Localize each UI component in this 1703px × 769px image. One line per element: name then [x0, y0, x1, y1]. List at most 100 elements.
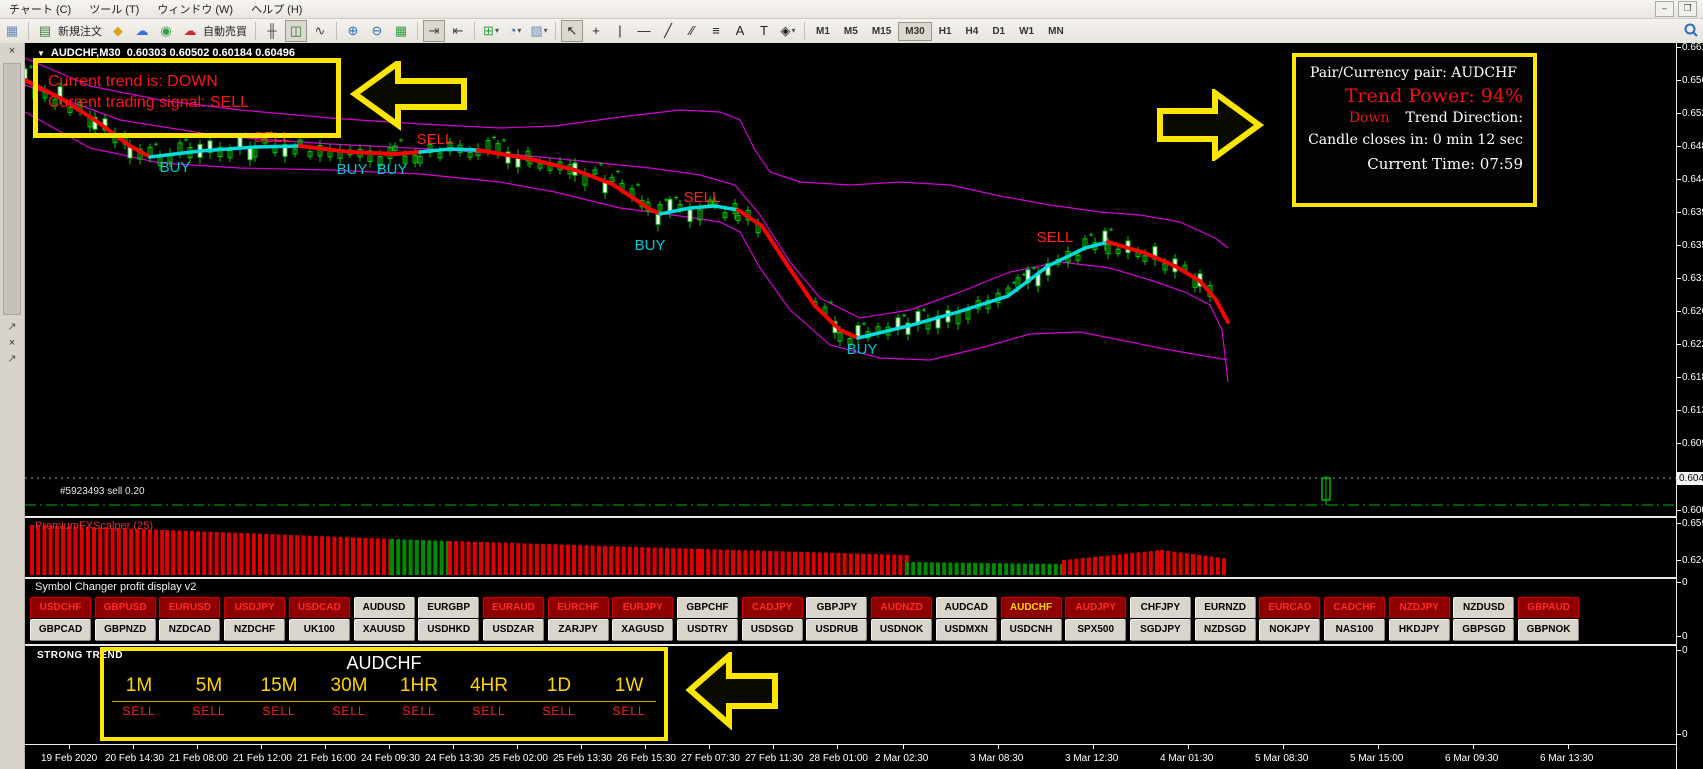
symbol-button-xagusd[interactable]: XAGUSD	[612, 619, 673, 641]
chart-shift-icon[interactable]: ⇥	[423, 20, 445, 42]
new-order-icon[interactable]: ▤	[34, 20, 56, 42]
dock-scrollbar[interactable]	[3, 63, 21, 315]
symbol-button-usdjpy[interactable]: USDJPY	[224, 597, 285, 619]
label-icon[interactable]: T	[753, 20, 775, 42]
shapes-icon[interactable]: ◈▾	[777, 20, 799, 42]
menu-item-0[interactable]: チャート (C)	[0, 3, 80, 17]
search-icon[interactable]	[1683, 22, 1699, 41]
candlestick-chart-icon[interactable]: ◫	[285, 20, 307, 42]
time-axis[interactable]: 19 Feb 202020 Feb 14:3021 Feb 08:0021 Fe…	[25, 744, 1676, 769]
restore-window-icon[interactable]: ❐	[1678, 1, 1697, 17]
timeframe-button-h1[interactable]: H1	[932, 22, 959, 41]
zoom-out-icon[interactable]: ⊖	[366, 20, 388, 42]
symbol-button-audjpy[interactable]: AUDJPY	[1065, 597, 1126, 619]
minimize-window-icon[interactable]: –	[1655, 1, 1674, 17]
timeframe-button-mn[interactable]: MN	[1041, 22, 1071, 41]
symbol-button-audusd[interactable]: AUDUSD	[354, 597, 415, 619]
symbol-button-usdsgd[interactable]: USDSGD	[742, 619, 803, 641]
timeframe-button-m1[interactable]: M1	[809, 22, 837, 41]
timeframe-button-m30[interactable]: M30	[898, 22, 931, 41]
symbol-button-gbpcad[interactable]: GBPCAD	[30, 619, 91, 641]
vertical-line-icon[interactable]: |	[609, 20, 631, 42]
channel-icon[interactable]: ⁄⁄	[681, 20, 703, 42]
symbol-button-nzdcad[interactable]: NZDCAD	[159, 619, 220, 641]
price-axis[interactable]: 0.66120.65690.65260.64830.64400.63960.63…	[1676, 43, 1703, 769]
symbol-button-nokjpy[interactable]: NOKJPY	[1259, 619, 1320, 641]
symbol-button-cadjpy[interactable]: CADJPY	[742, 597, 803, 619]
symbol-button-usdmxn[interactable]: USDMXN	[936, 619, 997, 641]
chevron-down-icon[interactable]: ▼	[37, 49, 45, 58]
symbol-button-audchf[interactable]: AUDCHF	[1001, 597, 1062, 619]
symbol-button-xauusd[interactable]: XAUUSD	[354, 619, 415, 641]
chevron-down-icon[interactable]: ▾	[517, 21, 521, 41]
tile-windows-icon[interactable]: ▦	[390, 20, 412, 42]
timeframe-button-w1[interactable]: W1	[1012, 22, 1041, 41]
market-cloud-icon[interactable]: ☁	[131, 20, 153, 42]
symbol-button-usdrub[interactable]: USDRUB	[806, 619, 867, 641]
auto-scroll-icon[interactable]: ⇤	[447, 20, 469, 42]
symbol-button-cadchf[interactable]: CADCHF	[1324, 597, 1385, 619]
symbol-button-usdcad[interactable]: USDCAD	[289, 597, 350, 619]
symbol-button-usdnok[interactable]: USDNOK	[871, 619, 932, 641]
template-icon[interactable]: ▧▾	[528, 20, 550, 42]
symbol-button-gbpchf[interactable]: GBPCHF	[677, 597, 738, 619]
symbol-button-zarjpy[interactable]: ZARJPY	[548, 619, 609, 641]
symbol-button-nas100[interactable]: NAS100	[1324, 619, 1385, 641]
symbol-button-uk100[interactable]: UK100	[289, 619, 350, 641]
symbol-button-hkdjpy[interactable]: HKDJPY	[1389, 619, 1450, 641]
symbol-button-nzdsgd[interactable]: NZDSGD	[1195, 619, 1256, 641]
symbol-button-audnzd[interactable]: AUDNZD	[871, 597, 932, 619]
cursor-icon[interactable]: ↖	[561, 20, 583, 42]
trendline-icon[interactable]: ╱	[657, 20, 679, 42]
close-panel-icon[interactable]: ×	[0, 335, 24, 351]
expand-panel-icon[interactable]: ↗	[0, 351, 24, 367]
menu-item-2[interactable]: ウィンドウ (W)	[148, 3, 242, 17]
symbol-button-usdchf[interactable]: USDCHF	[30, 597, 91, 619]
zoom-in-icon[interactable]: ⊕	[342, 20, 364, 42]
autotrading-icon[interactable]: ☁	[179, 20, 201, 42]
chevron-down-icon[interactable]: ▾	[495, 21, 499, 41]
periods-clock-icon[interactable]: ◔▾	[504, 20, 526, 42]
menu-item-3[interactable]: ヘルプ (H)	[242, 3, 311, 17]
indicator-subwindow[interactable]: PremiumFXScalper (25)	[25, 518, 1676, 577]
symbol-button-nzdchf[interactable]: NZDCHF	[224, 619, 285, 641]
timeframe-button-m5[interactable]: M5	[837, 22, 865, 41]
add-indicator-icon[interactable]: ⊞▾	[480, 20, 502, 42]
fibonacci-icon[interactable]: ≡	[705, 20, 727, 42]
symbol-button-usdhkd[interactable]: USDHKD	[418, 619, 479, 641]
symbol-button-audcad[interactable]: AUDCAD	[936, 597, 997, 619]
symbol-button-gbpusd[interactable]: GBPUSD	[95, 597, 156, 619]
symbol-button-eurusd[interactable]: EURUSD	[159, 597, 220, 619]
expand-panel-icon[interactable]: ↗	[0, 319, 24, 335]
symbol-button-eurjpy[interactable]: EURJPY	[612, 597, 673, 619]
symbol-button-euraud[interactable]: EURAUD	[483, 597, 544, 619]
menu-item-1[interactable]: ツール (T)	[80, 3, 148, 17]
symbol-button-chfjpy[interactable]: CHFJPY	[1130, 597, 1191, 619]
symbol-button-eurcad[interactable]: EURCAD	[1259, 597, 1320, 619]
timeframe-button-d1[interactable]: D1	[985, 22, 1012, 41]
line-chart-icon[interactable]: ∿	[309, 20, 331, 42]
symbol-button-eurnzd[interactable]: EURNZD	[1195, 597, 1256, 619]
symbol-button-nzdjpy[interactable]: NZDJPY	[1389, 597, 1450, 619]
symbol-button-gbpnok[interactable]: GBPNOK	[1518, 619, 1579, 641]
symbol-button-gbpaud[interactable]: GBPAUD	[1518, 597, 1579, 619]
symbol-button-spx500[interactable]: SPX500	[1065, 619, 1126, 641]
symbol-button-sgdjpy[interactable]: SGDJPY	[1130, 619, 1191, 641]
symbol-button-nzdusd[interactable]: NZDUSD	[1453, 597, 1514, 619]
metaquotes-icon[interactable]: ◆	[107, 20, 129, 42]
bar-chart-icon[interactable]: ╫	[261, 20, 283, 42]
symbol-button-gbpnzd[interactable]: GBPNZD	[95, 619, 156, 641]
autotrading-label[interactable]: 自動売買	[203, 23, 247, 39]
close-panel-icon[interactable]: ×	[0, 43, 24, 59]
main-chart[interactable]: BUYSELLBUYBUYSELLBUYSELLBUYSELL ▼AUDCHF,…	[25, 43, 1676, 516]
symbol-button-eurgbp[interactable]: EURGBP	[418, 597, 479, 619]
chart-window-icon[interactable]: ▦	[1, 20, 23, 42]
symbol-button-eurchf[interactable]: EURCHF	[548, 597, 609, 619]
crosshair-icon[interactable]: +	[585, 20, 607, 42]
timeframe-button-h4[interactable]: H4	[959, 22, 986, 41]
symbol-button-gbpjpy[interactable]: GBPJPY	[806, 597, 867, 619]
text-icon[interactable]: A	[729, 20, 751, 42]
symbol-button-usdcnh[interactable]: USDCNH	[1001, 619, 1062, 641]
timeframe-button-m15[interactable]: M15	[865, 22, 898, 41]
chevron-down-icon[interactable]: ▾	[544, 21, 548, 41]
